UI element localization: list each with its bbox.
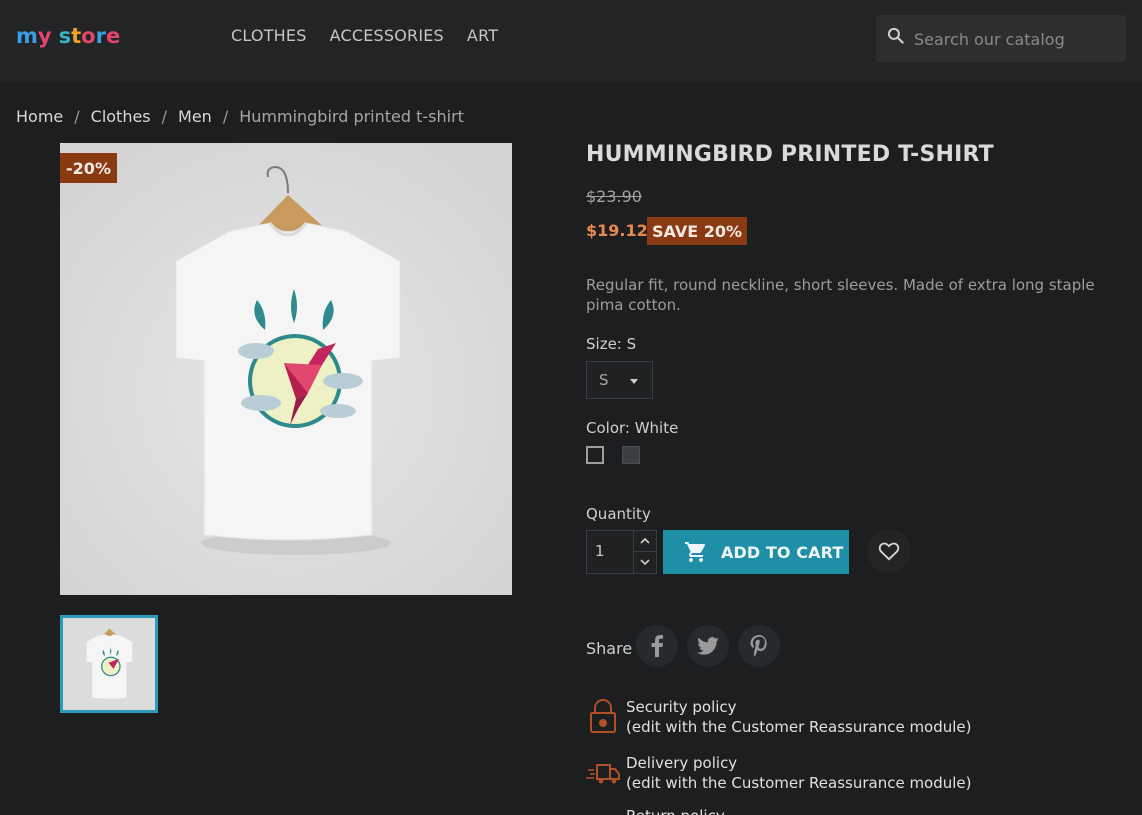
share-label: Share [586,639,633,658]
quantity-stepper [634,530,657,574]
quantity-decrease-button[interactable] [634,552,656,573]
breadcrumb-men[interactable]: Men [178,107,212,126]
main-nav: CLOTHES ACCESSORIES ART [231,26,521,45]
share-facebook-button[interactable] [636,625,678,667]
breadcrumb-clothes[interactable]: Clothes [91,107,151,126]
heart-icon [878,542,900,561]
size-select-value: S [599,371,609,389]
add-to-cart-button[interactable]: ADD TO CART [663,530,849,574]
twitter-icon [697,637,719,655]
save-badge: SAVE 20% [647,217,747,245]
reassurance-return: Return policy [586,806,1086,815]
quantity-label: Quantity [586,505,651,523]
quantity-input[interactable] [595,542,625,560]
reassurance-security: Security policy (edit with the Customer … [586,697,1086,745]
store-logo[interactable]: my store [16,24,120,48]
quantity-field [586,530,634,574]
reassurance-security-subtitle: (edit with the Customer Reassurance modu… [626,718,972,736]
regular-price: $23.90 [586,187,642,206]
breadcrumb-separator: / [222,107,229,126]
share-twitter-button[interactable] [687,625,729,667]
product-description: Regular fit, round neckline, short sleev… [586,276,1095,314]
tshirt-image [60,143,512,595]
size-select[interactable]: S [586,361,653,399]
search-input[interactable] [914,25,1119,53]
caret-down-icon [630,379,638,384]
breadcrumb-current: Hummingbird printed t-shirt [239,107,464,126]
facebook-icon [651,635,663,657]
cart-icon [685,542,706,562]
quantity-increase-button[interactable] [634,531,656,552]
nav-accessories[interactable]: ACCESSORIES [330,26,444,45]
breadcrumb-home[interactable]: Home [16,107,63,126]
site-header: my store CLOTHES ACCESSORIES ART [0,0,1142,82]
search-box [876,15,1126,62]
search-icon[interactable] [886,26,906,46]
reassurance-security-title: Security policy [626,698,737,716]
reassurance-delivery-title: Delivery policy [626,754,738,772]
color-swatch-white[interactable] [586,446,604,464]
size-label: Size: S [586,335,637,353]
tshirt-thumbnail-image [63,618,155,710]
share-pinterest-button[interactable] [738,625,780,667]
chevron-up-icon [640,537,650,544]
reassurance-delivery: Delivery policy (edit with the Customer … [586,753,1086,801]
truck-icon [586,764,620,784]
current-price: $19.12 [586,221,648,240]
color-label: Color: White [586,419,679,437]
breadcrumb: Home / Clothes / Men / Hummingbird print… [16,107,464,126]
color-swatch-black[interactable] [622,446,640,464]
product-title: HUMMINGBIRD PRINTED T-SHIRT [586,142,994,167]
reassurance-delivery-subtitle: (edit with the Customer Reassurance modu… [626,774,972,792]
add-to-cart-label: ADD TO CART [721,542,844,562]
nav-clothes[interactable]: CLOTHES [231,26,307,45]
breadcrumb-separator: / [161,107,168,126]
breadcrumb-separator: / [74,107,80,126]
product-thumbnail[interactable] [60,615,158,713]
pinterest-icon [750,635,767,657]
discount-flag: -20% [60,153,117,183]
reassurance-return-title: Return policy [626,806,725,815]
lock-icon [590,699,616,733]
chevron-down-icon [640,559,650,566]
product-main-image[interactable] [60,143,512,595]
wishlist-button[interactable] [867,529,911,573]
nav-art[interactable]: ART [467,26,498,45]
